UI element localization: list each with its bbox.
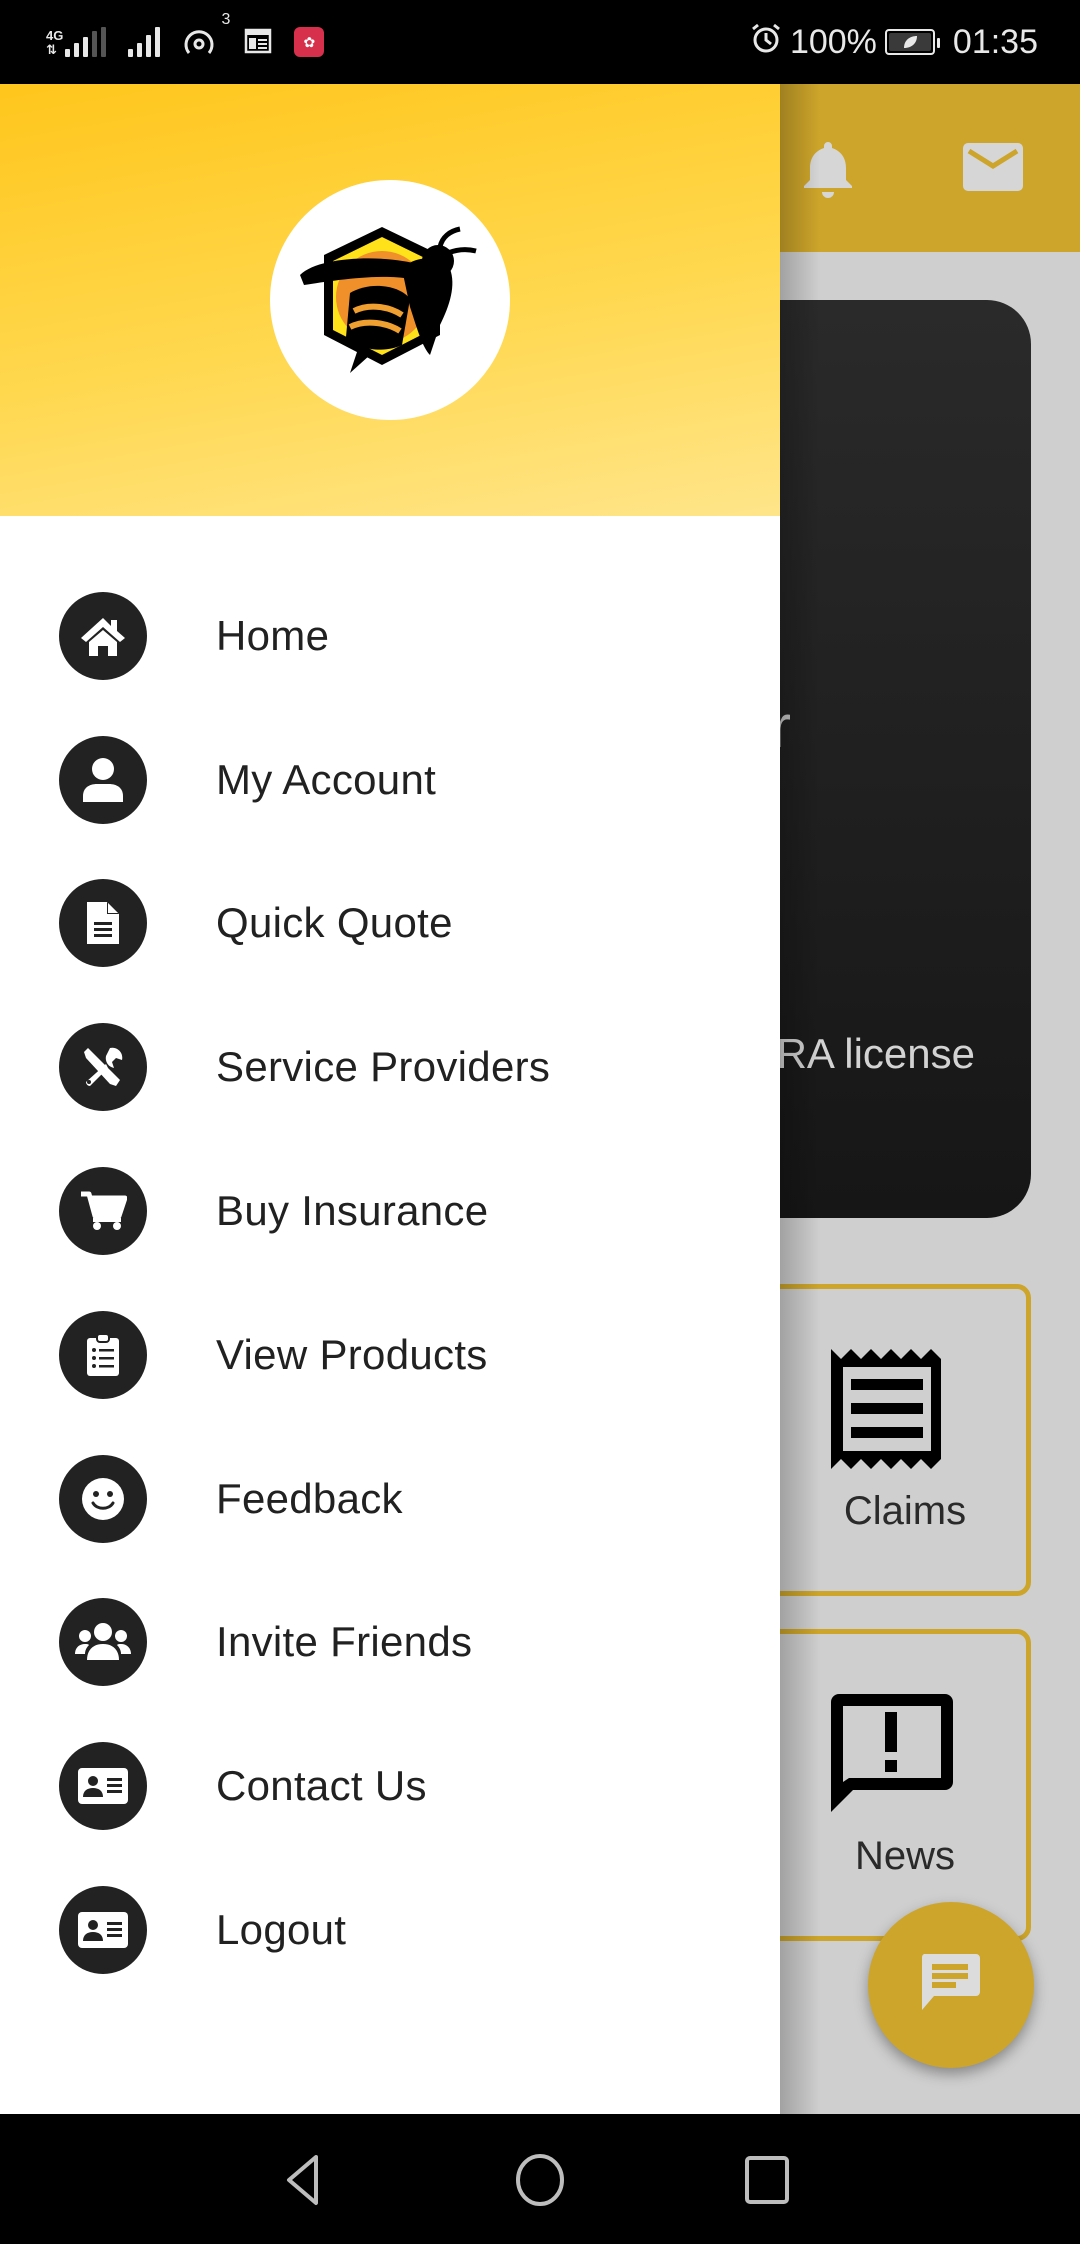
- menu-item-home[interactable]: Home: [0, 564, 780, 708]
- document-icon: [59, 879, 147, 968]
- home-button[interactable]: [510, 2150, 570, 2210]
- menu-item-quick-quote[interactable]: Quick Quote: [0, 852, 780, 996]
- battery-saver-icon: [884, 29, 940, 55]
- recents-button[interactable]: [738, 2150, 798, 2210]
- network-type: 4G: [46, 28, 64, 43]
- smile-icon: [59, 1454, 147, 1543]
- alarm-icon: [750, 22, 782, 63]
- menu-label: View Products: [216, 1330, 488, 1378]
- menu-item-my-account[interactable]: My Account: [0, 708, 780, 852]
- home-circle-icon: [516, 2154, 564, 2206]
- menu-label: My Account: [216, 755, 437, 803]
- menu-item-service-providers[interactable]: Service Providers: [0, 995, 780, 1139]
- menu-label: Quick Quote: [216, 899, 453, 947]
- signal-icon: [128, 27, 161, 57]
- drawer-menu: Home My Account Quick Quote Service Prov…: [0, 564, 780, 2002]
- bee-hexagon-logo: [270, 180, 510, 420]
- person-icon: [59, 735, 147, 824]
- menu-label: Logout: [216, 1906, 347, 1954]
- id-card-icon: [59, 1886, 147, 1975]
- menu-label: Contact Us: [216, 1762, 427, 1810]
- hotspot-count: 3: [221, 11, 231, 28]
- clipboard-list-icon: [59, 1310, 147, 1399]
- menu-item-contact-us[interactable]: Contact Us: [0, 1714, 780, 1858]
- menu-item-logout[interactable]: Logout: [0, 1858, 780, 2002]
- users-icon: [59, 1598, 147, 1687]
- recents-square-icon: [745, 2156, 789, 2204]
- back-triangle-icon: [287, 2155, 318, 2205]
- menu-item-view-products[interactable]: View Products: [0, 1283, 780, 1427]
- status-bar: 4G ⇅ 3 ✿ 100% 01:35: [0, 0, 1080, 84]
- navigation-drawer: Home My Account Quick Quote Service Prov…: [0, 84, 780, 2114]
- menu-label: Feedback: [216, 1474, 403, 1522]
- hotspot-icon: 3: [182, 11, 230, 59]
- menu-label: Invite Friends: [216, 1618, 473, 1666]
- calendar-icon: [244, 26, 272, 59]
- home-icon: [59, 591, 147, 680]
- tools-icon: [59, 1023, 147, 1112]
- back-button[interactable]: [280, 2150, 340, 2210]
- cart-icon: [59, 1167, 147, 1256]
- battery-percent: 100%: [789, 22, 877, 61]
- menu-item-feedback[interactable]: Feedback: [0, 1427, 780, 1571]
- drawer-header: [0, 84, 780, 516]
- id-card-icon: [59, 1742, 147, 1831]
- menu-item-buy-insurance[interactable]: Buy Insurance: [0, 1139, 780, 1283]
- clock-time: 01:35: [952, 22, 1038, 61]
- drawer-edge-shadow: [780, 84, 820, 2114]
- menu-label: Buy Insurance: [216, 1187, 489, 1235]
- menu-item-invite-friends[interactable]: Invite Friends: [0, 1571, 780, 1715]
- menu-label: Home: [216, 611, 330, 659]
- system-navigation-bar: [0, 2114, 1080, 2244]
- menu-label: Service Providers: [216, 1043, 551, 1091]
- huawei-app-icon: ✿: [294, 27, 325, 57]
- signal-4g-icon: 4G ⇅: [46, 27, 107, 57]
